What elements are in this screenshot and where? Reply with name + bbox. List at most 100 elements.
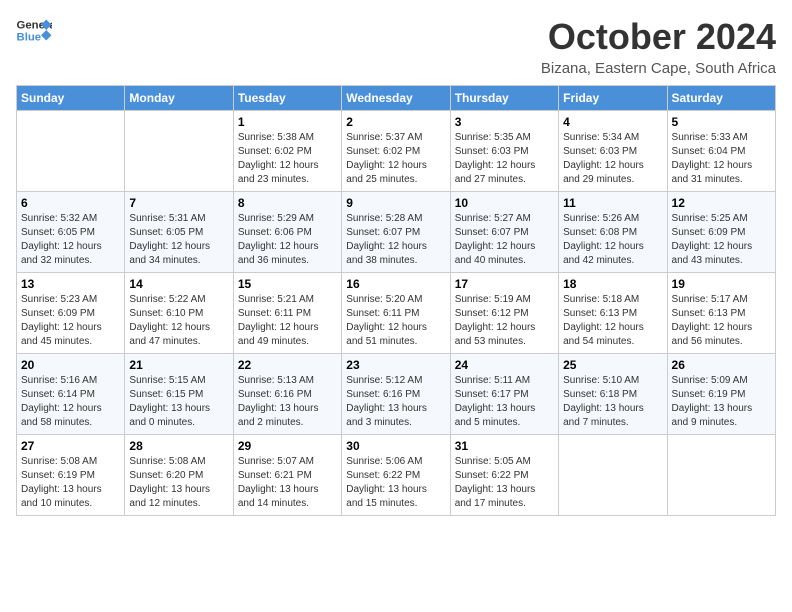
- svg-text:Blue: Blue: [17, 32, 42, 44]
- day-number: 26: [672, 358, 771, 372]
- calendar-cell: 18 Sunrise: 5:18 AMSunset: 6:13 PMDayligh…: [559, 273, 667, 354]
- calendar-header: SundayMondayTuesdayWednesdayThursdayFrid…: [17, 86, 776, 111]
- calendar-week: 6Sunrise: 5:32 AMSunset: 6:05 PMDaylight…: [17, 192, 776, 273]
- day-number: 11: [563, 196, 662, 210]
- day-info: Sunrise: 5:38 AMSunset: 6:02 PMDaylight:…: [238, 131, 337, 187]
- day-number: 7: [129, 196, 228, 210]
- day-number: 30: [346, 439, 445, 453]
- calendar-cell: 10 Sunrise: 5:27 AMSunset: 6:07 PMDayligh…: [450, 192, 558, 273]
- day-info: Sunrise: 5:12 AMSunset: 6:16 PMDaylight:…: [346, 374, 445, 430]
- calendar-cell: 15Sunrise: 5:21 AMSunset: 6:11 PMDayligh…: [233, 273, 341, 354]
- calendar-week: 13 Sunrise: 5:23 AMSunset: 6:09 PMDayligh…: [17, 273, 776, 354]
- day-info: Sunrise: 5:37 AMSunset: 6:02 PMDaylight:…: [346, 131, 445, 187]
- month-title: October 2024: [541, 16, 776, 58]
- calendar-week: 27 Sunrise: 5:08 AMSunset: 6:19 PMDayligh…: [17, 435, 776, 516]
- day-info: Sunrise: 5:17 AMSunset: 6:13 PMDaylight:…: [672, 293, 771, 349]
- day-number: 13: [21, 277, 120, 291]
- day-number: 31: [455, 439, 554, 453]
- day-info: Sunrise: 5:09 AMSunset: 6:19 PMDaylight:…: [672, 374, 771, 430]
- day-number: 22: [238, 358, 337, 372]
- calendar-cell: 12 Sunrise: 5:25 AMSunset: 6:09 PMDayligh…: [667, 192, 775, 273]
- calendar-cell: 25 Sunrise: 5:10 AMSunset: 6:18 PMDayligh…: [559, 354, 667, 435]
- calendar-cell: 4 Sunrise: 5:34 AMSunset: 6:03 PMDaylight…: [559, 111, 667, 192]
- day-info: Sunrise: 5:25 AMSunset: 6:09 PMDaylight:…: [672, 212, 771, 268]
- day-info: Sunrise: 5:06 AMSunset: 6:22 PMDaylight:…: [346, 455, 445, 511]
- logo: General Blue: [16, 16, 52, 44]
- day-info: Sunrise: 5:22 AMSunset: 6:10 PMDaylight:…: [129, 293, 228, 349]
- day-number: 12: [672, 196, 771, 210]
- day-number: 2: [346, 115, 445, 129]
- day-info: Sunrise: 5:28 AMSunset: 6:07 PMDaylight:…: [346, 212, 445, 268]
- calendar-cell: 20 Sunrise: 5:16 AMSunset: 6:14 PMDayligh…: [17, 354, 125, 435]
- calendar-cell: 7 Sunrise: 5:31 AMSunset: 6:05 PMDaylight…: [125, 192, 233, 273]
- day-info: Sunrise: 5:34 AMSunset: 6:03 PMDaylight:…: [563, 131, 662, 187]
- calendar-cell: 31 Sunrise: 5:05 AMSunset: 6:22 PMDayligh…: [450, 435, 558, 516]
- day-number: 18: [563, 277, 662, 291]
- day-info: Sunrise: 5:23 AMSunset: 6:09 PMDaylight:…: [21, 293, 120, 349]
- weekday-header: Monday: [125, 86, 233, 111]
- calendar-cell: 24 Sunrise: 5:11 AMSunset: 6:17 PMDayligh…: [450, 354, 558, 435]
- day-info: Sunrise: 5:35 AMSunset: 6:03 PMDaylight:…: [455, 131, 554, 187]
- weekday-header: Saturday: [667, 86, 775, 111]
- day-info: Sunrise: 5:05 AMSunset: 6:22 PMDaylight:…: [455, 455, 554, 511]
- day-number: 23: [346, 358, 445, 372]
- page-header: General Blue October 2024 Bizana, Easter…: [16, 16, 776, 77]
- calendar-cell: [559, 435, 667, 516]
- day-info: Sunrise: 5:32 AMSunset: 6:05 PMDaylight:…: [21, 212, 120, 268]
- weekday-header: Friday: [559, 86, 667, 111]
- day-number: 1: [238, 115, 337, 129]
- calendar-cell: [667, 435, 775, 516]
- day-number: 9: [346, 196, 445, 210]
- day-number: 25: [563, 358, 662, 372]
- calendar-cell: [125, 111, 233, 192]
- day-number: 16: [346, 277, 445, 291]
- day-info: Sunrise: 5:10 AMSunset: 6:18 PMDaylight:…: [563, 374, 662, 430]
- calendar-cell: 6Sunrise: 5:32 AMSunset: 6:05 PMDaylight…: [17, 192, 125, 273]
- day-number: 24: [455, 358, 554, 372]
- day-info: Sunrise: 5:08 AMSunset: 6:19 PMDaylight:…: [21, 455, 120, 511]
- day-info: Sunrise: 5:26 AMSunset: 6:08 PMDaylight:…: [563, 212, 662, 268]
- calendar-cell: 26 Sunrise: 5:09 AMSunset: 6:19 PMDayligh…: [667, 354, 775, 435]
- calendar-cell: 19 Sunrise: 5:17 AMSunset: 6:13 PMDayligh…: [667, 273, 775, 354]
- calendar-cell: 2 Sunrise: 5:37 AMSunset: 6:02 PMDaylight…: [342, 111, 450, 192]
- calendar-cell: 17 Sunrise: 5:19 AMSunset: 6:12 PMDayligh…: [450, 273, 558, 354]
- calendar-cell: 5 Sunrise: 5:33 AMSunset: 6:04 PMDaylight…: [667, 111, 775, 192]
- weekday-header: Sunday: [17, 86, 125, 111]
- day-info: Sunrise: 5:08 AMSunset: 6:20 PMDaylight:…: [129, 455, 228, 511]
- calendar-cell: 30 Sunrise: 5:06 AMSunset: 6:22 PMDayligh…: [342, 435, 450, 516]
- calendar-cell: 28Sunrise: 5:08 AMSunset: 6:20 PMDayligh…: [125, 435, 233, 516]
- day-number: 17: [455, 277, 554, 291]
- day-number: 21: [129, 358, 228, 372]
- day-info: Sunrise: 5:07 AMSunset: 6:21 PMDaylight:…: [238, 455, 337, 511]
- day-info: Sunrise: 5:21 AMSunset: 6:11 PMDaylight:…: [238, 293, 337, 349]
- day-number: 20: [21, 358, 120, 372]
- calendar-week: 20 Sunrise: 5:16 AMSunset: 6:14 PMDayligh…: [17, 354, 776, 435]
- day-number: 4: [563, 115, 662, 129]
- calendar-cell: 22 Sunrise: 5:13 AMSunset: 6:16 PMDayligh…: [233, 354, 341, 435]
- calendar-cell: 23 Sunrise: 5:12 AMSunset: 6:16 PMDayligh…: [342, 354, 450, 435]
- day-info: Sunrise: 5:11 AMSunset: 6:17 PMDaylight:…: [455, 374, 554, 430]
- calendar-cell: 1 Sunrise: 5:38 AMSunset: 6:02 PMDaylight…: [233, 111, 341, 192]
- calendar-cell: 29 Sunrise: 5:07 AMSunset: 6:21 PMDayligh…: [233, 435, 341, 516]
- calendar-cell: 16Sunrise: 5:20 AMSunset: 6:11 PMDayligh…: [342, 273, 450, 354]
- day-number: 19: [672, 277, 771, 291]
- weekday-header: Tuesday: [233, 86, 341, 111]
- weekday-header: Thursday: [450, 86, 558, 111]
- day-info: Sunrise: 5:18 AMSunset: 6:13 PMDaylight:…: [563, 293, 662, 349]
- day-info: Sunrise: 5:33 AMSunset: 6:04 PMDaylight:…: [672, 131, 771, 187]
- day-number: 5: [672, 115, 771, 129]
- day-number: 29: [238, 439, 337, 453]
- calendar-cell: 11 Sunrise: 5:26 AMSunset: 6:08 PMDayligh…: [559, 192, 667, 273]
- day-info: Sunrise: 5:31 AMSunset: 6:05 PMDaylight:…: [129, 212, 228, 268]
- day-info: Sunrise: 5:27 AMSunset: 6:07 PMDaylight:…: [455, 212, 554, 268]
- day-number: 10: [455, 196, 554, 210]
- day-info: Sunrise: 5:19 AMSunset: 6:12 PMDaylight:…: [455, 293, 554, 349]
- calendar-cell: 21Sunrise: 5:15 AMSunset: 6:15 PMDayligh…: [125, 354, 233, 435]
- day-number: 27: [21, 439, 120, 453]
- calendar-cell: 8Sunrise: 5:29 AMSunset: 6:06 PMDaylight…: [233, 192, 341, 273]
- calendar-week: 1 Sunrise: 5:38 AMSunset: 6:02 PMDaylight…: [17, 111, 776, 192]
- title-block: October 2024 Bizana, Eastern Cape, South…: [541, 16, 776, 77]
- day-info: Sunrise: 5:13 AMSunset: 6:16 PMDaylight:…: [238, 374, 337, 430]
- calendar-cell: [17, 111, 125, 192]
- day-info: Sunrise: 5:16 AMSunset: 6:14 PMDaylight:…: [21, 374, 120, 430]
